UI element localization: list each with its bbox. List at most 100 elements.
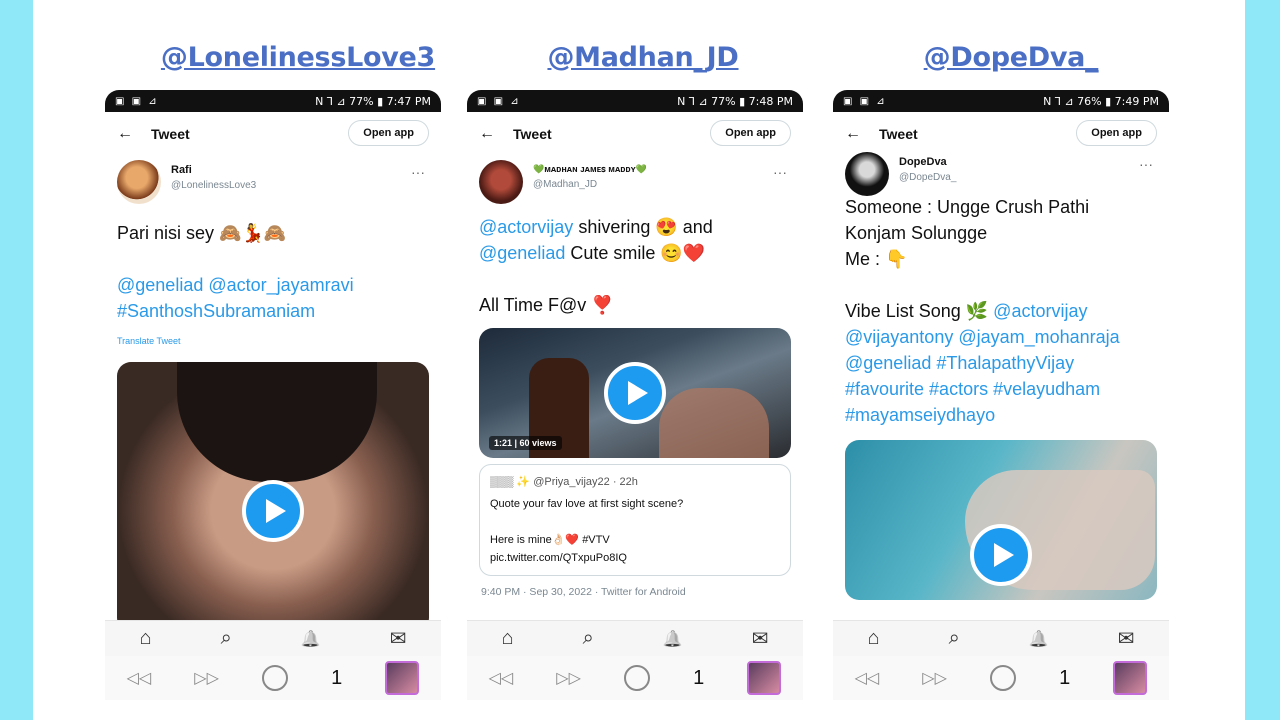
mention-link[interactable]: @actorvijay [479,217,573,237]
mention-link[interactable]: @geneliad [479,243,565,263]
forward-icon[interactable]: ▷▷ [556,668,581,688]
tweet-text-part: shivering 😍 and [573,217,713,237]
tab-count[interactable]: 1 [693,667,704,690]
hashtag-line[interactable]: @geneliad #ThalapathyVijay [845,350,1157,376]
back-arrow-icon[interactable]: ← [845,125,879,143]
more-icon[interactable]: ··· [773,164,787,180]
tweet-line: Pari nisi sey 🙈💃🙈 [117,223,287,243]
hashtag-line[interactable]: #favourite #actors #velayudham [845,376,1157,402]
phone-screenshot-3: ▣ ▣ ⊿ N ⅂ ⊿ 76% ▮ 7:49 PM ← Tweet Open a… [833,90,1169,710]
status-right: N ⅂ ⊿ 76% ▮ 7:49 PM [1043,94,1159,108]
back-icon[interactable]: ◁◁ [489,668,514,688]
avatar[interactable] [479,160,523,204]
figure-shape [659,388,769,458]
reload-icon[interactable] [262,665,289,691]
tweet-hashtag[interactable]: #SanthoshSubramaniam [117,298,429,324]
profile-thumbnail[interactable] [1113,661,1148,695]
mention-link[interactable]: @actorvijay [993,301,1087,321]
hashtag-line[interactable]: #mayamseiydhayo [845,402,1157,428]
author-name[interactable]: 💚ᴍᴀᴅʜᴀɴ ᴊᴀᴍᴇꜱ ᴍᴀᴅᴅʏ💚 [533,164,647,175]
open-app-button[interactable]: Open app [1076,120,1157,146]
caption-panel-2[interactable]: @Madhan_JD [475,42,811,73]
caption-panel-3[interactable]: @DopeDva_ [843,42,1179,73]
open-app-button[interactable]: Open app [348,120,429,146]
reload-icon[interactable] [990,665,1017,691]
twitter-bottom-nav: ⌂ ⌕ 🔔 ✉ [467,620,803,656]
video-thumbnail[interactable] [845,440,1157,600]
video-thumbnail[interactable] [117,362,429,632]
status-right: N ⅂ ⊿ 77% ▮ 7:47 PM [315,94,431,108]
bell-icon[interactable]: 🔔 [301,629,321,649]
play-button[interactable] [604,362,666,424]
home-icon[interactable]: ⌂ [502,627,514,650]
reload-icon[interactable] [624,665,651,691]
more-icon[interactable]: ··· [411,164,425,180]
mail-icon[interactable]: ✉ [1118,626,1135,651]
quoted-tweet[interactable]: ▒▒▒ ✨ @Priya_vijay22 · 22h Quote your fa… [479,464,791,576]
tab-count[interactable]: 1 [1059,667,1070,690]
quote-line: Quote your fav love at first sight scene… [490,498,684,510]
video-duration-views: 1:21 | 60 views [489,436,562,450]
play-button[interactable] [242,479,304,542]
home-icon[interactable]: ⌂ [868,627,880,650]
tweet-topbar: ← Tweet Open app [467,112,803,156]
quote-link[interactable]: pic.twitter.com/QTxpuPo8IQ [490,549,780,567]
profile-thumbnail[interactable] [385,661,420,695]
author-handle[interactable]: @DopeDva_ [899,172,956,183]
twitter-bottom-nav: ⌂ ⌕ 🔔 ✉ [105,620,441,656]
author-name[interactable]: DopeDva [899,156,956,168]
hair-shape [177,362,377,482]
mail-icon[interactable]: ✉ [752,626,769,651]
tweet-line: Someone : Ungge Crush Pathi [845,197,1090,217]
forward-icon[interactable]: ▷▷ [194,668,219,688]
collage-canvas: @LonelinessLove3 @Madhan_JD @DopeDva_ ▣ … [33,0,1245,720]
status-bar: ▣ ▣ ⊿ N ⅂ ⊿ 77% ▮ 7:48 PM [467,90,803,112]
tweet-line: Me : 👇 [845,249,908,269]
play-button[interactable] [970,524,1032,587]
author-handle[interactable]: @Madhan_JD [533,179,647,190]
translate-tweet-link[interactable]: Translate Tweet [117,328,429,354]
back-icon[interactable]: ◁◁ [127,668,152,688]
tweet-text-part: Cute smile 😊❤️ [565,243,706,263]
search-icon[interactable]: ⌕ [949,627,960,650]
tweet-timestamp: 9:40 PM · Sep 30, 2022 · Twitter for And… [481,586,686,598]
page-title: Tweet [879,126,918,142]
avatar[interactable] [117,160,161,204]
profile-thumbnail[interactable] [747,661,782,695]
video-thumbnail[interactable]: 1:21 | 60 views [479,328,791,458]
twitter-bottom-nav: ⌂ ⌕ 🔔 ✉ [833,620,1169,656]
status-bar: ▣ ▣ ⊿ N ⅂ ⊿ 77% ▮ 7:47 PM [105,90,441,112]
author-name[interactable]: Rafi [171,164,256,176]
search-icon[interactable]: ⌕ [583,627,594,650]
tweet-topbar: ← Tweet Open app [105,112,441,156]
caption-panel-1[interactable]: @LonelinessLove3 [133,42,463,73]
tweet-author: DopeDva @DopeDva_ ··· [833,148,1169,196]
tweet-author: 💚ᴍᴀᴅʜᴀɴ ᴊᴀᴍᴇꜱ ᴍᴀᴅᴅʏ💚 @Madhan_JD ··· [467,156,803,206]
back-arrow-icon[interactable]: ← [479,125,513,143]
tweet-line: All Time F@v ❣️ [479,295,614,315]
open-app-button[interactable]: Open app [710,120,791,146]
forward-icon[interactable]: ▷▷ [922,668,947,688]
back-arrow-icon[interactable]: ← [117,125,151,143]
status-left: ▣ ▣ ⊿ [477,95,521,107]
tweet-link-line[interactable]: @geneliad @actor_jayamravi [117,272,429,298]
tweet-text: @actorvijay shivering 😍 and @geneliad Cu… [467,206,803,318]
mention-line[interactable]: @vijayantony @jayam_mohanraja [845,324,1157,350]
tweet-line: Konjam Solungge [845,223,988,243]
avatar[interactable] [845,152,889,196]
more-icon[interactable]: ··· [1139,156,1153,172]
search-icon[interactable]: ⌕ [221,627,232,650]
home-icon[interactable]: ⌂ [140,627,152,650]
status-bar: ▣ ▣ ⊿ N ⅂ ⊿ 76% ▮ 7:49 PM [833,90,1169,112]
bell-icon[interactable]: 🔔 [1029,629,1049,649]
quote-header: ▒▒▒ ✨ @Priya_vijay22 · 22h [490,476,638,488]
tweet-text-part: Vibe List Song 🌿 [845,301,994,321]
tweet-text: Someone : Ungge Crush Pathi Konjam Solun… [833,184,1169,428]
browser-nav: ◁◁ ▷▷ 1 [833,656,1169,700]
author-handle[interactable]: @LonelinessLove3 [171,180,256,191]
tab-count[interactable]: 1 [331,667,342,690]
bell-icon[interactable]: 🔔 [663,629,683,649]
phone-screenshot-1: ▣ ▣ ⊿ N ⅂ ⊿ 77% ▮ 7:47 PM ← Tweet Open a… [105,90,441,710]
mail-icon[interactable]: ✉ [390,626,407,651]
back-icon[interactable]: ◁◁ [855,668,880,688]
